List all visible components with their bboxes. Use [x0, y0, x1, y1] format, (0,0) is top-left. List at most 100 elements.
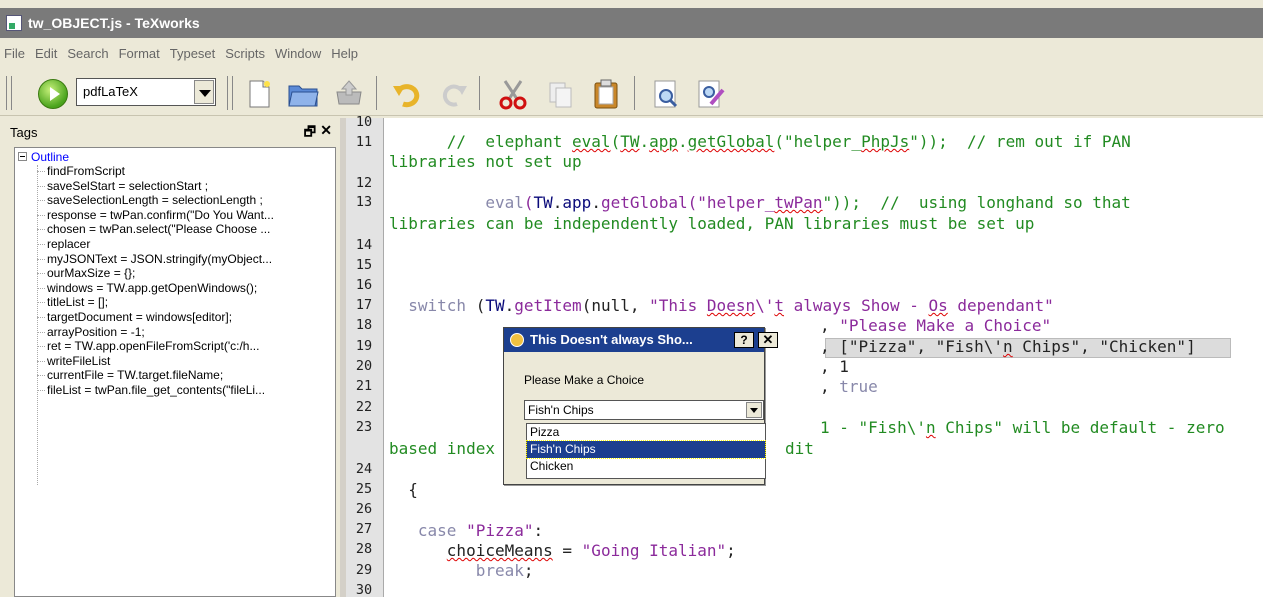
line-number: 29 — [355, 562, 373, 578]
code-token: eval — [389, 193, 524, 212]
menu-file[interactable]: File — [4, 46, 25, 61]
collapse-icon[interactable] — [18, 152, 27, 161]
dialog-title-bar[interactable]: This Doesn't always Sho... — [504, 328, 764, 352]
close-button[interactable]: ✕ — [758, 332, 778, 348]
choice-dialog: This Doesn't always Sho... ? ✕ Please Ma… — [503, 327, 778, 485]
tree-item[interactable]: fileList = twPan.file_get_contents("file… — [33, 383, 333, 398]
line-number: 19 — [355, 338, 373, 354]
tree-item[interactable]: writeFileList — [33, 354, 333, 369]
code-token: true — [839, 377, 878, 396]
line-number: 11 — [355, 134, 373, 150]
code-line-21: , true — [820, 377, 878, 397]
menu-search[interactable]: Search — [67, 46, 108, 61]
code-token: ["Pizza", "Fish\' — [839, 337, 1004, 356]
code-token: Chips" will be default - zero — [935, 418, 1225, 437]
code-token: n — [1003, 337, 1013, 356]
code-token: ( — [475, 296, 486, 315]
copy-icon[interactable] — [545, 78, 577, 110]
menu-edit[interactable]: Edit — [35, 46, 57, 61]
code-token: PhpJs — [861, 132, 910, 151]
choice-combobox[interactable]: Fish'n Chips — [524, 400, 764, 420]
dialog-title: This Doesn't always Sho... — [530, 332, 693, 347]
code-token: n — [925, 418, 936, 437]
tags-tree[interactable]: Outline findFromScript saveSelStart = se… — [14, 147, 336, 597]
menu-window[interactable]: Window — [275, 46, 321, 61]
code-token: , — [820, 377, 840, 396]
code-token: ("helper_ — [774, 132, 862, 151]
code-token: ( — [523, 193, 534, 212]
code-token: "Please Make a Choice" — [839, 316, 1052, 335]
tree-item[interactable]: findFromScript — [33, 164, 333, 179]
paste-icon[interactable] — [590, 78, 622, 110]
tree-item[interactable]: myJSONText = JSON.stringify(myObject... — [33, 252, 333, 267]
tree-item[interactable]: windows = TW.app.getOpenWindows(); — [33, 281, 333, 296]
code-token: . — [504, 296, 515, 315]
menu-format[interactable]: Format — [119, 46, 160, 61]
float-panel-icon[interactable]: 🗗 — [304, 123, 316, 145]
undo-icon[interactable] — [391, 78, 423, 110]
tree-item[interactable]: saveSelectionLength = selectionLength ; — [33, 193, 333, 208]
toolbar-grip[interactable] — [227, 76, 233, 110]
code-token: "This — [649, 296, 707, 315]
code-token: (null, — [581, 296, 650, 315]
toolbar-grip[interactable] — [6, 76, 12, 110]
code-token: app — [649, 132, 679, 151]
menu-typeset[interactable]: Typeset — [170, 46, 216, 61]
code-token: Chips", "Chicken"] — [1012, 337, 1196, 356]
line-number: 10 — [355, 114, 373, 130]
tree-item[interactable]: targetDocument = windows[editor]; — [33, 310, 333, 325]
tree-item[interactable]: ret = TW.app.openFileFromScript('c:/h... — [33, 339, 333, 354]
line-number: 21 — [355, 378, 373, 394]
combobox-value: Fish'n Chips — [528, 403, 594, 417]
code-line-17: switch (TW.getItem(null, "This Doesn\'t … — [389, 296, 1053, 316]
tree-item[interactable]: ourMaxSize = {}; — [33, 266, 333, 281]
find-icon[interactable] — [651, 78, 683, 110]
toolbar-separator — [634, 76, 635, 110]
chevron-down-icon[interactable] — [194, 80, 214, 104]
typeset-button[interactable] — [38, 79, 68, 109]
tree-item[interactable]: response = twPan.confirm("Do You Want... — [33, 208, 333, 223]
code-token: case — [389, 521, 467, 540]
tree-item[interactable]: arrayPosition = -1; — [33, 325, 333, 340]
code-line-23-wrap-end: dit — [785, 439, 814, 458]
tree-item[interactable]: currentFile = TW.target.fileName; — [33, 368, 333, 383]
code-line-13: eval(TW.app.getGlobal("helper_twPan")); … — [389, 193, 1130, 213]
code-token: = — [552, 541, 582, 560]
code-token: eval — [572, 132, 611, 151]
engine-value: pdfLaTeX — [83, 84, 138, 99]
code-line-27: case "Pizza": — [389, 521, 543, 541]
menu-help[interactable]: Help — [331, 46, 358, 61]
option-fish-n-chips[interactable]: Fish'n Chips — [526, 440, 766, 459]
menu-bar: File Edit Search Format Typeset Scripts … — [0, 40, 1263, 66]
tree-root-outline[interactable]: Outline — [31, 150, 69, 165]
code-token: "Pizza" — [466, 521, 534, 540]
option-chicken[interactable]: Chicken — [527, 458, 765, 475]
code-line-23: 1 - "Fish\'n Chips" will be default - ze… — [820, 418, 1225, 438]
code-token: TW — [533, 193, 553, 212]
close-panel-icon[interactable]: ✕ — [320, 122, 332, 139]
open-folder-icon[interactable] — [287, 78, 319, 110]
typeset-engine-select[interactable]: pdfLaTeX — [76, 78, 216, 106]
line-number: 16 — [355, 277, 373, 293]
new-document-icon[interactable] — [243, 78, 275, 110]
code-token: Doesn — [706, 296, 756, 315]
line-number: 28 — [355, 541, 373, 557]
code-line-25: { — [389, 480, 418, 499]
chevron-down-icon[interactable] — [746, 402, 762, 418]
code-line-29: break; — [389, 561, 534, 581]
line-number: 22 — [355, 399, 373, 415]
tree-item[interactable]: chosen = twPan.select("Please Choose ... — [33, 222, 333, 237]
menu-scripts[interactable]: Scripts — [225, 46, 265, 61]
save-icon[interactable] — [333, 78, 365, 110]
tree-item[interactable]: replacer — [33, 237, 333, 252]
help-button[interactable]: ? — [734, 332, 754, 348]
tree-item[interactable]: titleList = []; — [33, 295, 333, 310]
code-token: . — [552, 193, 563, 212]
cut-icon[interactable] — [497, 78, 529, 110]
option-pizza[interactable]: Pizza — [527, 424, 765, 441]
redo-icon[interactable] — [439, 78, 471, 110]
line-number: 23 — [355, 419, 373, 435]
tree-item[interactable]: saveSelStart = selectionStart ; — [33, 179, 333, 194]
replace-icon[interactable] — [695, 78, 727, 110]
code-line-18: , "Please Make a Choice" — [820, 316, 1051, 336]
